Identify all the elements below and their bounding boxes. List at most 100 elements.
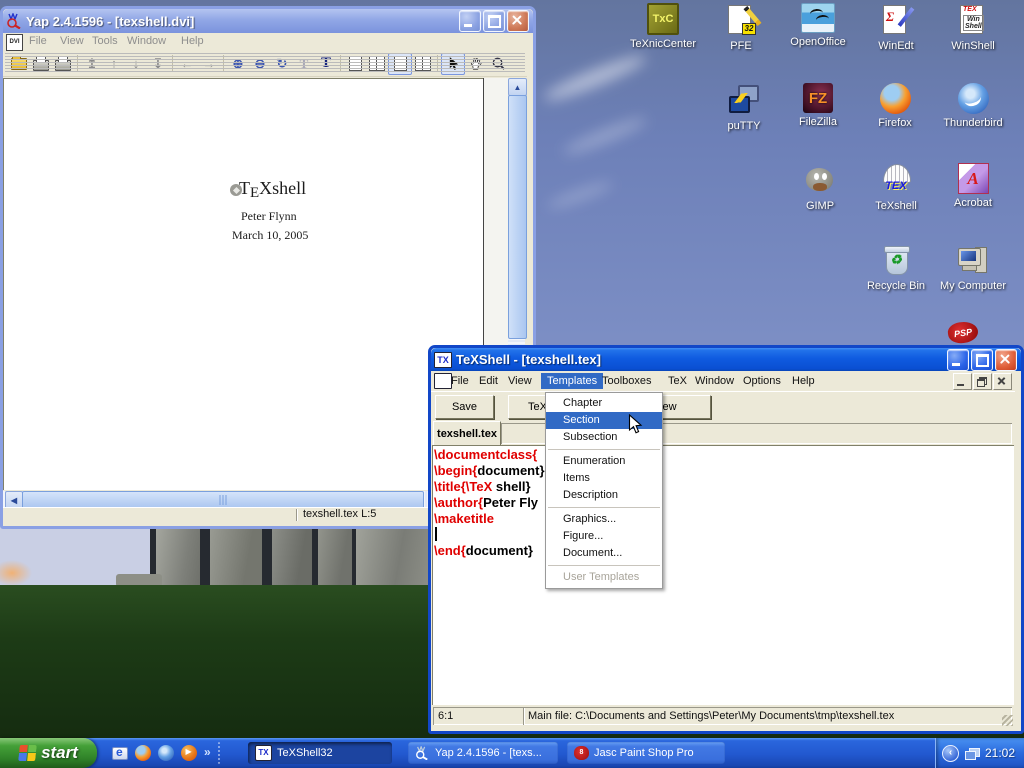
vertical-scroll-thumb[interactable] — [508, 95, 527, 339]
mdi-close-button[interactable] — [993, 373, 1012, 390]
windows-logo-icon — [18, 745, 37, 761]
desktop-icon-acrobat[interactable]: Acrobat — [931, 163, 1015, 209]
templates-menu-item-description[interactable]: Description — [546, 487, 662, 504]
main-file-panel: Main file: C:\Documents and Settings\Pet… — [523, 707, 1012, 725]
texshell-icon[interactable]: TEX — [879, 163, 913, 197]
menu-view[interactable]: View — [508, 373, 532, 389]
start-button[interactable]: start — [0, 738, 97, 768]
desktop-icon-psp[interactable] — [921, 322, 1005, 343]
desktop-icon-texniccenter[interactable]: TeXnicCenter — [621, 3, 705, 50]
desktop-icon-firefox[interactable]: Firefox — [853, 83, 937, 129]
quick-launch-chevron-icon[interactable]: » — [204, 745, 211, 761]
desktop-icon-openoffice[interactable]: OpenOffice — [776, 3, 860, 48]
resize-grip[interactable] — [1002, 715, 1013, 726]
mdi-restore-button[interactable] — [973, 373, 992, 390]
menu-window[interactable]: Window — [695, 373, 734, 389]
yap-app-icon — [6, 13, 22, 29]
menu-tex[interactable]: TeX — [668, 373, 687, 389]
desktop-icon-label: TeXnicCenter — [621, 38, 705, 50]
menu-help[interactable]: Help — [792, 373, 815, 389]
templates-menu-item-user-templates: User Templates — [546, 569, 662, 586]
gimp-icon[interactable] — [803, 163, 837, 197]
desktop-icon-winedt[interactable]: ΣWinEdt — [854, 3, 938, 52]
texshell-editor[interactable]: \documentclass{\begin{document}\title{\T… — [432, 445, 1014, 705]
taskbar-button-psp[interactable]: 8Jasc Paint Shop Pro — [567, 742, 725, 764]
desktop-icon-winshell[interactable]: TEXWin ShellWinShell — [931, 3, 1015, 52]
network-icon[interactable] — [965, 748, 979, 759]
psp-icon[interactable] — [947, 320, 980, 345]
desktop-icon-mycomputer[interactable]: My Computer — [931, 243, 1015, 292]
templates-menu-item-subsection[interactable]: Subsection — [546, 429, 662, 446]
recyclebin-icon[interactable]: ♻ — [879, 243, 913, 277]
yap-titlebar[interactable]: Yap 2.4.1596 - [texshell.dvi] — [3, 9, 533, 33]
winedt-icon[interactable]: Σ — [879, 3, 913, 37]
mouse-cursor — [628, 414, 643, 440]
templates-menu-item-graphics[interactable]: Graphics... — [546, 511, 662, 528]
desktop-icon-putty[interactable]: puTTY — [702, 83, 786, 132]
maximize-button[interactable] — [483, 10, 505, 32]
editor-line: \documentclass{ — [432, 447, 1014, 463]
minimize-button[interactable] — [947, 349, 969, 371]
templates-menu-item-items[interactable]: Items — [546, 470, 662, 487]
yap-menu-view[interactable]: View — [60, 35, 84, 47]
close-button[interactable] — [995, 349, 1017, 371]
continuous-facing-icon[interactable] — [412, 54, 434, 74]
yap-menu-file[interactable]: File — [29, 35, 47, 47]
scroll-up-button[interactable]: ▲ — [508, 78, 527, 96]
document-icon[interactable] — [434, 373, 452, 389]
thunderbird-icon[interactable] — [958, 83, 989, 114]
dvi-document-icon[interactable]: DVI — [6, 34, 23, 51]
tab-texshell-tex[interactable]: texshell.tex — [433, 421, 501, 447]
hide-inactive-icons-chevron[interactable]: ‹ — [942, 745, 959, 762]
templates-menu-item-chapter[interactable]: Chapter — [546, 395, 662, 412]
menu-separator — [548, 449, 660, 450]
templates-menu-item-section[interactable]: Section — [546, 412, 662, 429]
menu-file[interactable]: File — [451, 373, 469, 389]
minimize-button[interactable] — [459, 10, 481, 32]
desktop-icon-thunderbird[interactable]: Thunderbird — [931, 83, 1015, 129]
menu-edit[interactable]: Edit — [479, 373, 498, 389]
outlook-express-icon[interactable] — [112, 747, 128, 760]
psp-icon: 8 — [574, 746, 589, 760]
desktop-icon-label: FileZilla — [776, 116, 860, 128]
acrobat-icon[interactable] — [958, 163, 989, 194]
taskbar-button-texshell[interactable]: TXTeXShell32 — [248, 742, 392, 764]
maximize-button[interactable] — [971, 349, 993, 371]
pfe-icon[interactable]: 32 — [724, 3, 758, 37]
thunderbird-icon[interactable] — [158, 745, 174, 761]
taskbar-button-yap[interactable]: Yap 2.4.1596 - [texs... — [408, 742, 558, 764]
editor-line: \end{document} — [432, 543, 1014, 559]
templates-menu-item-enumeration[interactable]: Enumeration — [546, 453, 662, 470]
mdi-minimize-button[interactable] — [953, 373, 972, 390]
menu-templates[interactable]: Templates — [541, 373, 603, 389]
templates-menu-item-figure[interactable]: Figure... — [546, 528, 662, 545]
desktop-icon-texshell[interactable]: TEXTeXshell — [854, 163, 938, 212]
templates-menu: ChapterSectionSubsection EnumerationItems… — [545, 392, 663, 589]
texshell-titlebar[interactable]: TX TeXShell - [texshell.tex] — [431, 348, 1021, 371]
desktop-icon-label: Firefox — [853, 117, 937, 129]
firefox-icon[interactable] — [880, 83, 911, 114]
desktop-icon-gimp[interactable]: GIMP — [778, 163, 862, 212]
openoffice-icon[interactable] — [801, 3, 835, 33]
putty-icon[interactable] — [727, 83, 761, 117]
firefox-icon[interactable] — [135, 745, 151, 761]
winshell-icon[interactable]: TEXWin Shell — [956, 3, 990, 37]
media-player-icon[interactable] — [181, 745, 197, 761]
desktop-icon-recyclebin[interactable]: ♻Recycle Bin — [854, 243, 938, 292]
close-button[interactable] — [507, 10, 529, 32]
desktop-icon-filezilla[interactable]: FileZilla — [776, 83, 860, 128]
desktop-icon-label: My Computer — [931, 280, 1015, 292]
yap-menu-help[interactable]: Help — [181, 35, 204, 47]
menu-options[interactable]: Options — [743, 373, 781, 389]
templates-menu-item-document[interactable]: Document... — [546, 545, 662, 562]
mycomputer-icon[interactable] — [956, 243, 990, 277]
yap-menu-window[interactable]: Window — [127, 35, 166, 47]
texshell-menubar: File Edit View TemplatesToolboxes TeX Window O… — [431, 371, 1015, 392]
yap-menu-tools[interactable]: Tools — [92, 35, 118, 47]
texniccenter-icon[interactable] — [647, 3, 679, 35]
desktop-icon-pfe[interactable]: 32PFE — [699, 3, 783, 52]
menu-toolboxes[interactable]: Toolboxes — [602, 373, 652, 389]
dvi-date: March 10, 2005 — [232, 228, 308, 243]
save-button[interactable]: Save — [435, 395, 494, 419]
filezilla-icon[interactable] — [803, 83, 833, 113]
